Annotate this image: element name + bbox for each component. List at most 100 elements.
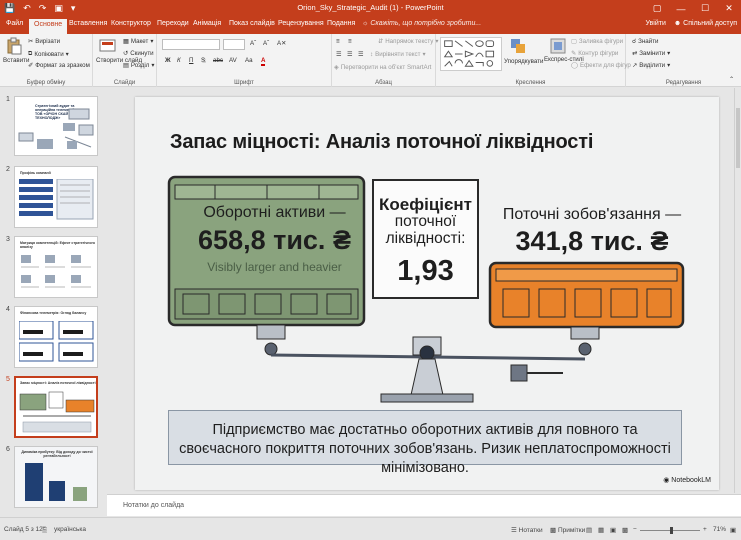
- normal-view-icon[interactable]: ▤: [586, 526, 592, 534]
- spellcheck-icon[interactable]: 🖺: [42, 526, 47, 537]
- group-font: Aˆ Aˇ A✕ Ж К П S abc AV Aa A Шрифт: [157, 34, 332, 87]
- slide-thumbnail-3[interactable]: Матриця компетенцій: Ефект стратегічного…: [14, 236, 98, 298]
- cut-button[interactable]: ✂ Вирізати: [28, 38, 60, 45]
- comments-toggle[interactable]: ▩ Примітки: [550, 526, 585, 534]
- thumbnail-number: 1: [6, 96, 10, 103]
- tab-transitions[interactable]: Переходи: [157, 20, 189, 27]
- font-name-combobox[interactable]: [162, 39, 220, 50]
- copy-icon: ⧉: [28, 50, 33, 57]
- tab-review[interactable]: Рецензування: [278, 20, 324, 27]
- font-size-combobox[interactable]: [223, 39, 245, 50]
- tab-file[interactable]: Файл: [6, 20, 23, 27]
- bold-button[interactable]: Ж: [165, 57, 171, 64]
- notes-toggle[interactable]: ☰ Нотатки: [511, 526, 543, 534]
- share-button[interactable]: ☻ Спільний доступ: [674, 20, 737, 27]
- layout-button[interactable]: ▦ Макет ▾: [123, 38, 153, 45]
- paste-button[interactable]: Вставити: [3, 57, 29, 64]
- assets-note[interactable]: Visibly larger and heavier: [177, 260, 372, 274]
- align-center-icon[interactable]: ☰: [347, 51, 353, 58]
- slide-thumbnail-6[interactable]: Динаміка прибутку: Від доходу до чистої …: [14, 446, 98, 508]
- minimize-button[interactable]: —: [669, 0, 693, 17]
- notes-pane[interactable]: Нотатки до слайда: [107, 494, 741, 516]
- slide-thumbnail-5[interactable]: Запас міцності: Аналіз поточної ліквідно…: [14, 376, 98, 438]
- shadow-button[interactable]: S: [201, 57, 205, 64]
- shapes-gallery[interactable]: [440, 37, 502, 71]
- thumbnail-number: 4: [6, 306, 10, 313]
- tab-home[interactable]: Основне: [29, 19, 68, 34]
- align-text-button[interactable]: ↕ Вирівняти текст ▾: [370, 51, 426, 58]
- align-text-icon: ↕: [370, 51, 374, 58]
- reset-button[interactable]: ↺ Скинути: [123, 50, 154, 57]
- current-slide[interactable]: Запас міцності: Аналіз поточної ліквідно…: [135, 97, 719, 490]
- shape-fill-button[interactable]: ▢ Заливка фігури: [571, 38, 623, 45]
- language-indicator[interactable]: українська: [54, 526, 86, 533]
- shape-outline-button[interactable]: ✎ Контур фігури: [571, 50, 618, 57]
- decrease-font-icon[interactable]: Aˇ: [263, 40, 269, 47]
- format-painter-button[interactable]: ✐ Формат за зразком: [28, 62, 90, 69]
- zoom-in-icon[interactable]: +: [703, 526, 707, 533]
- slide-thumbnail-1[interactable]: Стратегічний аудит та операційна телемет…: [14, 96, 98, 156]
- copy-button[interactable]: ⧉ Копіювати ▾: [28, 50, 69, 58]
- assets-label[interactable]: Оборотні активи —: [177, 204, 372, 222]
- close-button[interactable]: ✕: [717, 0, 741, 17]
- liabilities-label[interactable]: Поточні зобов'язання —: [487, 206, 697, 224]
- section-button[interactable]: ▤ Розділ ▾: [123, 62, 155, 69]
- zoom-level[interactable]: 71%: [713, 526, 726, 533]
- maximize-button[interactable]: ☐: [693, 0, 717, 17]
- thumbnail-title: Фінансова телеметрія: Огляд балансу: [20, 311, 87, 315]
- reading-view-icon[interactable]: ▣: [610, 526, 616, 534]
- slide-sorter-icon[interactable]: ▦: [598, 526, 604, 534]
- align-right-icon[interactable]: ☰: [358, 51, 364, 58]
- group-paragraph: ≡ ≡ ☰ ☰ ☰ ⇵ Напрямок тексту ▾ ↕ Вирівняти т…: [332, 34, 438, 87]
- chevron-down-icon: ▾: [65, 50, 69, 58]
- tab-insert[interactable]: Вставлення: [69, 20, 107, 27]
- font-color-button[interactable]: A: [261, 57, 266, 66]
- scrollbar-thumb[interactable]: [736, 108, 740, 168]
- arrange-icon[interactable]: [509, 37, 527, 55]
- shape-effects-button[interactable]: ◯ Ефекти для фігур: [571, 62, 631, 69]
- align-left-icon[interactable]: ☰: [336, 51, 342, 58]
- bullets-icon[interactable]: ≡: [336, 38, 340, 45]
- conclusion-text: Підприємство має достатньо оборотних акт…: [179, 422, 671, 476]
- replace-button[interactable]: ⇄ Замінити ▾: [632, 50, 670, 57]
- italic-button[interactable]: К: [177, 57, 181, 64]
- arrange-button[interactable]: Упорядкувати: [504, 58, 543, 65]
- tell-me-search[interactable]: ☼ Скажіть, що потрібно зробити...: [362, 20, 481, 27]
- slideshow-view-icon[interactable]: ▩: [622, 526, 628, 534]
- assets-value[interactable]: 658,8 тис. ₴: [177, 225, 372, 256]
- find-button[interactable]: ☌ Знайти: [632, 38, 659, 45]
- ribbon-display-options-icon[interactable]: ▢: [645, 0, 669, 17]
- ribbon-tabs: Файл Основне Вставлення Конструктор Пере…: [0, 17, 741, 34]
- char-spacing-button[interactable]: AV: [229, 57, 237, 64]
- new-slide-icon[interactable]: [99, 37, 117, 55]
- slide-thumbnail-4[interactable]: Фінансова телеметрія: Огляд балансу: [14, 306, 98, 368]
- underline-button[interactable]: П: [189, 57, 193, 64]
- increase-font-icon[interactable]: Aˆ: [250, 40, 256, 47]
- conclusion-callout[interactable]: Підприємство має достатньо оборотних акт…: [168, 410, 682, 476]
- quick-styles-icon[interactable]: [549, 37, 567, 55]
- zoom-slider-thumb[interactable]: [670, 527, 673, 534]
- vertical-scrollbar[interactable]: [734, 88, 741, 493]
- clear-formatting-icon[interactable]: A✕: [277, 40, 286, 47]
- group-label: Буфер обміну: [26, 80, 66, 86]
- tab-slideshow[interactable]: Показ слайдів: [229, 20, 275, 27]
- tab-design[interactable]: Конструктор: [111, 20, 151, 27]
- paste-icon[interactable]: [5, 37, 23, 55]
- liabilities-value[interactable]: 341,8 тис. ₴: [487, 226, 697, 257]
- zoom-out-icon[interactable]: −: [633, 526, 637, 533]
- tab-animations[interactable]: Анімація: [193, 20, 221, 27]
- smartart-button[interactable]: ◈ Перетворити на об'єкт SmartArt: [334, 64, 431, 71]
- strikethrough-button[interactable]: abc: [213, 57, 223, 64]
- slide-thumbnail-2[interactable]: Профіль компанії: [14, 166, 98, 228]
- numbering-icon[interactable]: ≡: [348, 38, 352, 45]
- ratio-card[interactable]: Коефіцієнт поточної ліквідності: 1,93: [372, 179, 479, 299]
- sign-in-link[interactable]: Увійти: [646, 20, 666, 27]
- tab-view[interactable]: Подання: [327, 20, 355, 27]
- text-direction-button[interactable]: ⇵ Напрямок тексту ▾: [378, 38, 438, 45]
- brush-icon: ✐: [28, 62, 34, 69]
- change-case-button[interactable]: Aa: [245, 57, 253, 64]
- fit-slide-icon[interactable]: ▣: [730, 526, 736, 534]
- person-icon: ☻: [673, 20, 684, 27]
- collapse-ribbon-icon[interactable]: ⌃: [729, 76, 734, 83]
- select-button[interactable]: ↗ Виділити ▾: [632, 62, 670, 69]
